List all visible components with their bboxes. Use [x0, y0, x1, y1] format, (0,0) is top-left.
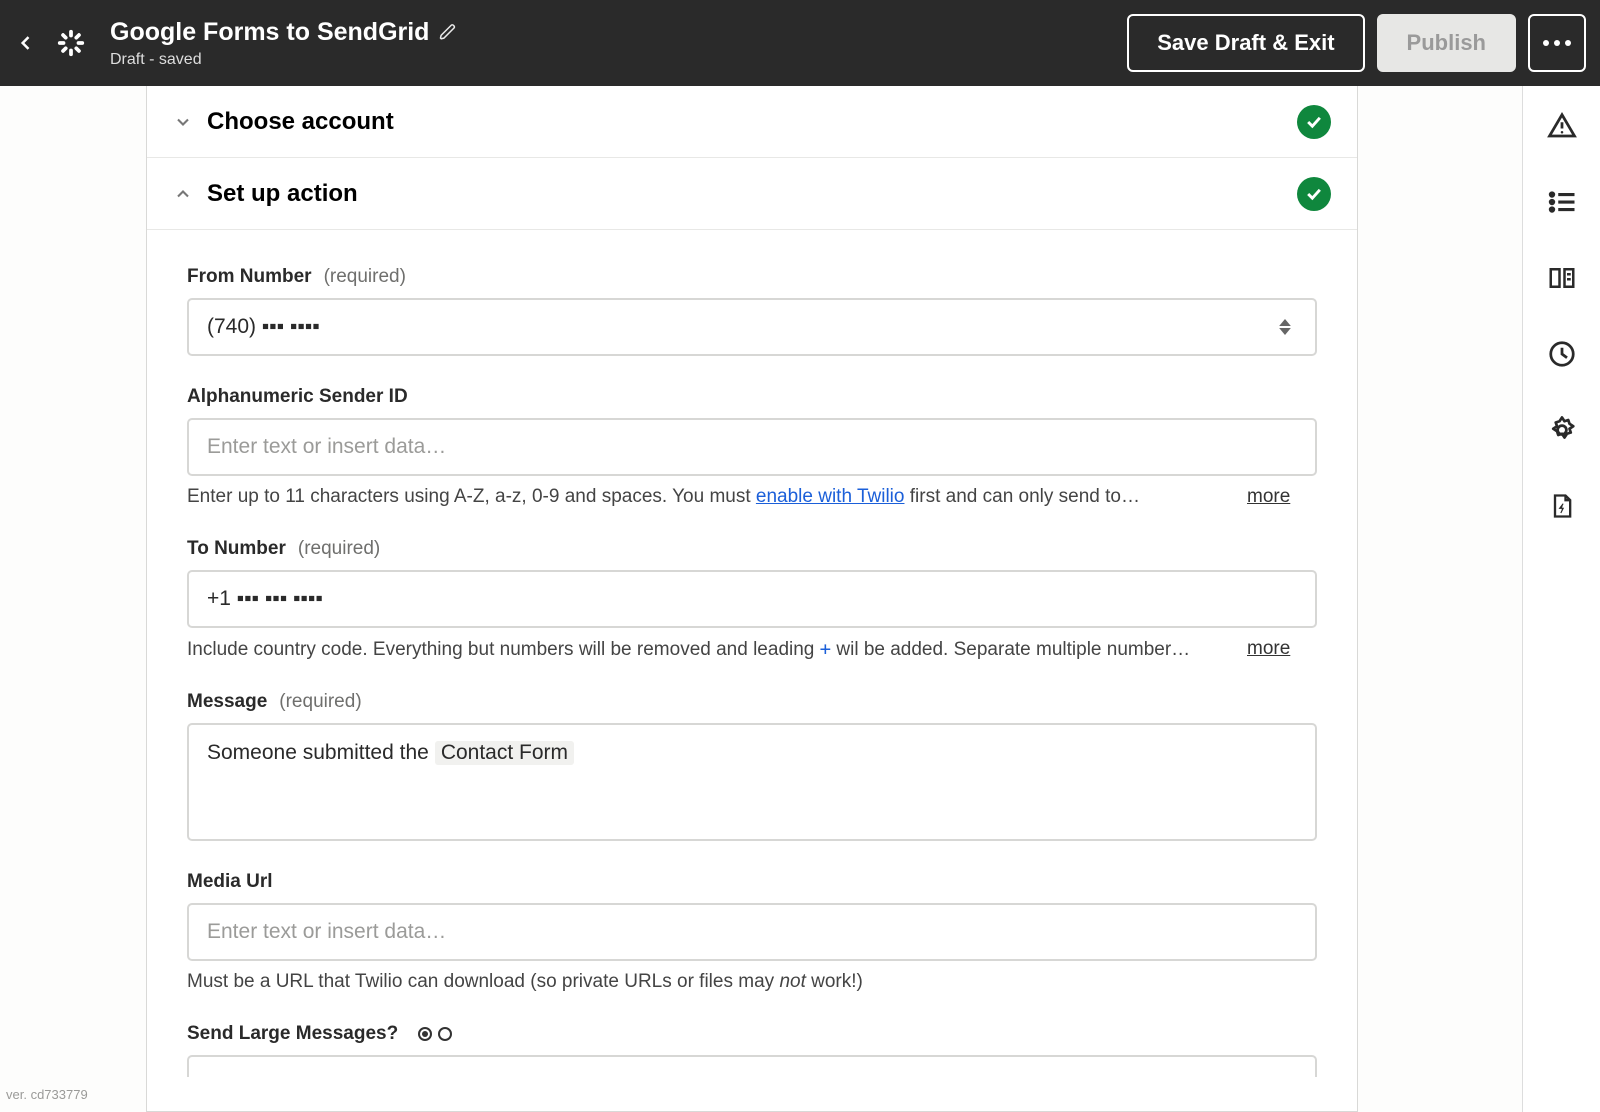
chevron-up-icon [173, 184, 193, 204]
radio-option-2[interactable] [438, 1027, 452, 1041]
field-media-url: Media Url Enter text or insert data… Mus… [187, 871, 1317, 993]
save-draft-exit-button[interactable]: Save Draft & Exit [1127, 14, 1364, 72]
file-bolt-icon [1548, 492, 1576, 520]
field-to-number: To Number (required) +1 ▪▪▪ ▪▪▪ ▪▪▪▪ Inc… [187, 538, 1317, 661]
required-tag: (required) [298, 538, 380, 560]
helper-text: Must be a URL that Twilio can download (… [187, 971, 1317, 993]
workspace: Choose account Set up action From Number… [0, 86, 1600, 1112]
outline-button[interactable] [1546, 186, 1578, 218]
version-tag: ver. cd733779 [6, 1087, 88, 1102]
required-tag: (required) [279, 691, 361, 713]
field-from-number: From Number (required) (740) ▪▪▪ ▪▪▪▪ [187, 266, 1317, 356]
alert-triangle-icon [1547, 111, 1577, 141]
power-button[interactable] [1546, 490, 1578, 522]
field-label: To Number [187, 538, 286, 560]
section-title: Set up action [207, 180, 358, 208]
field-send-large: Send Large Messages? [187, 1023, 1317, 1077]
helper-text: Include country code. Everything but num… [187, 638, 1317, 661]
docs-button[interactable] [1546, 262, 1578, 294]
to-number-input[interactable]: +1 ▪▪▪ ▪▪▪ ▪▪▪▪ [187, 570, 1317, 628]
more-link[interactable]: more [1247, 638, 1290, 660]
chevron-left-icon [16, 33, 36, 53]
zap-title: Google Forms to SendGrid [110, 18, 429, 47]
data-pill[interactable]: Contact Form [435, 741, 574, 765]
section-title: Choose account [207, 108, 394, 136]
section-setup-action[interactable]: Set up action [147, 158, 1357, 230]
top-bar: Google Forms to SendGrid Draft - saved S… [0, 0, 1600, 86]
placeholder-text: Enter text or insert data… [207, 920, 1297, 944]
clock-icon [1547, 339, 1577, 369]
field-label: Message [187, 691, 267, 713]
section-choose-account[interactable]: Choose account [147, 86, 1357, 158]
required-tag: (required) [324, 266, 406, 288]
alerts-button[interactable] [1546, 110, 1578, 142]
form-body: From Number (required) (740) ▪▪▪ ▪▪▪▪ Al… [147, 230, 1357, 1112]
publish-button[interactable]: Publish [1377, 14, 1516, 72]
title-stack: Google Forms to SendGrid Draft - saved [110, 18, 457, 69]
radio-option-1[interactable] [418, 1027, 432, 1041]
placeholder-text: Enter text or insert data… [207, 435, 1297, 459]
enable-twilio-link[interactable]: enable with Twilio [756, 486, 905, 507]
field-label: From Number [187, 266, 312, 288]
list-icon [1547, 187, 1577, 217]
select-caret-icon [1279, 313, 1297, 341]
settings-button[interactable] [1546, 414, 1578, 446]
right-rail [1522, 86, 1600, 1112]
more-menu-button[interactable] [1528, 14, 1586, 72]
topbar-left: Google Forms to SendGrid Draft - saved [14, 18, 457, 69]
back-button[interactable] [14, 31, 38, 55]
gear-icon [1547, 415, 1577, 445]
message-text: Someone submitted the [207, 741, 429, 765]
book-open-icon [1547, 263, 1577, 293]
radio-group [418, 1027, 452, 1041]
field-label: Alphanumeric Sender ID [187, 386, 408, 408]
select-value: (740) ▪▪▪ ▪▪▪▪ [207, 315, 1279, 339]
pencil-icon[interactable] [439, 23, 457, 41]
step-panel: Choose account Set up action From Number… [146, 86, 1358, 1112]
send-large-select[interactable] [187, 1055, 1317, 1077]
helper-text: Enter up to 11 characters using A-Z, a-z… [187, 486, 1317, 508]
topbar-right: Save Draft & Exit Publish [1127, 14, 1586, 72]
sender-id-input[interactable]: Enter text or insert data… [187, 418, 1317, 476]
field-label: Media Url [187, 871, 273, 893]
more-link[interactable]: more [1247, 486, 1290, 508]
media-url-input[interactable]: Enter text or insert data… [187, 903, 1317, 961]
zap-status: Draft - saved [110, 51, 457, 69]
ellipsis-icon [1543, 40, 1571, 46]
chevron-down-icon [173, 112, 193, 132]
field-sender-id: Alphanumeric Sender ID Enter text or ins… [187, 386, 1317, 508]
history-button[interactable] [1546, 338, 1578, 370]
status-complete-icon [1297, 105, 1331, 139]
status-complete-icon [1297, 177, 1331, 211]
from-number-select[interactable]: (740) ▪▪▪ ▪▪▪▪ [187, 298, 1317, 356]
zapier-logo-icon [56, 28, 86, 58]
field-message: Message (required) Someone submitted the… [187, 691, 1317, 841]
field-label: Send Large Messages? [187, 1023, 398, 1045]
input-value: +1 ▪▪▪ ▪▪▪ ▪▪▪▪ [207, 587, 1297, 611]
message-input[interactable]: Someone submitted the Contact Form [187, 723, 1317, 841]
